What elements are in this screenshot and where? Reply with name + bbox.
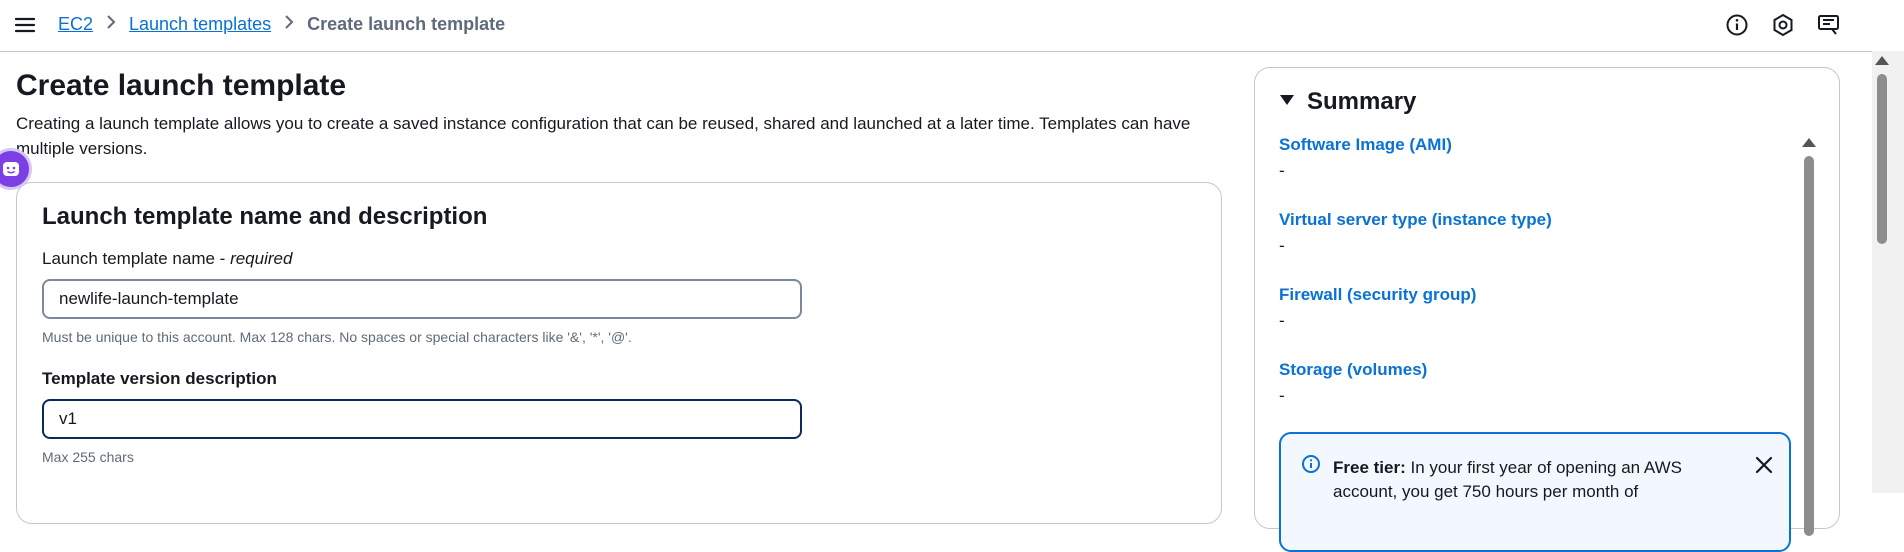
close-icon[interactable] xyxy=(1753,454,1775,476)
template-description-input[interactable] xyxy=(42,399,802,439)
page-scroll-up-arrow[interactable] xyxy=(1875,56,1889,65)
free-tier-label: Free tier: xyxy=(1333,458,1406,477)
free-tier-alert: Free tier: In your first year of opening… xyxy=(1279,432,1791,552)
template-name-input[interactable] xyxy=(42,279,802,319)
info-icon xyxy=(1301,454,1321,474)
chevron-right-icon xyxy=(106,15,116,34)
caret-down-icon xyxy=(1279,93,1295,112)
summary-instance-type-link[interactable]: Virtual server type (instance type) xyxy=(1279,210,1552,230)
breadcrumb-launch-templates-link[interactable]: Launch templates xyxy=(129,14,271,35)
summary-ami-value: - xyxy=(1279,161,1285,180)
summary-ami-link[interactable]: Software Image (AMI) xyxy=(1279,135,1452,155)
feedback-screen-icon[interactable] xyxy=(1816,12,1842,38)
settings-hex-icon[interactable] xyxy=(1770,12,1796,38)
summary-storage-value: - xyxy=(1279,386,1285,405)
menu-icon[interactable] xyxy=(14,14,36,36)
template-name-label-text: Launch template name - xyxy=(42,249,231,268)
summary-firewall-link[interactable]: Firewall (security group) xyxy=(1279,285,1476,305)
summary-scroll-up-arrow[interactable] xyxy=(1802,138,1816,147)
summary-scrollbar-thumb[interactable] xyxy=(1804,156,1814,536)
section-title: Launch template name and description xyxy=(42,203,488,230)
launch-template-name-section: Launch template name and description Lau… xyxy=(16,182,1222,524)
breadcrumb-current: Create launch template xyxy=(307,14,506,34)
template-name-hint: Must be unique to this account. Max 128 … xyxy=(42,329,632,345)
summary-instance-type-value: - xyxy=(1279,236,1285,255)
template-name-label: Launch template name - required xyxy=(42,249,292,269)
chevron-right-icon xyxy=(284,15,294,34)
page-description: Creating a launch template allows you to… xyxy=(16,114,1191,158)
template-description-label: Template version description xyxy=(42,369,277,388)
breadcrumb: EC2 Launch templates Create launch templ… xyxy=(58,14,505,35)
info-icon[interactable] xyxy=(1724,12,1750,38)
summary-firewall-value: - xyxy=(1279,311,1285,330)
summary-storage-link[interactable]: Storage (volumes) xyxy=(1279,360,1427,380)
page-scrollbar-thumb[interactable] xyxy=(1877,74,1887,244)
summary-title: Summary xyxy=(1307,88,1417,115)
summary-panel: Summary Software Image (AMI) - Virtual s… xyxy=(1254,67,1840,552)
template-description-hint: Max 255 chars xyxy=(42,449,134,465)
header-utility-icons xyxy=(1724,12,1842,38)
page-title: Create launch template xyxy=(16,69,347,102)
top-navigation-bar: EC2 Launch templates Create launch templ… xyxy=(0,0,1872,52)
summary-toggle[interactable]: Summary xyxy=(1279,88,1416,116)
breadcrumb-ec2-link[interactable]: EC2 xyxy=(58,14,93,35)
free-tier-alert-text: Free tier: In your first year of opening… xyxy=(1333,456,1723,504)
required-marker: required xyxy=(230,249,293,268)
